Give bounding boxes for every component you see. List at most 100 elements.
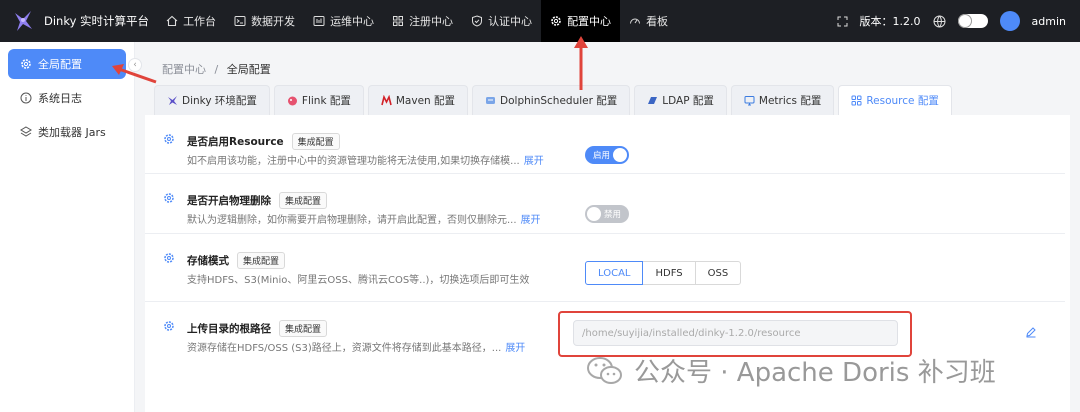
tab-ldap[interactable]: LDAP 配置 [634,85,727,115]
main-nav: 工作台 数据开发 运维中心 注册中心 认证中心 配置中心 看板 [157,0,677,42]
info-icon [20,92,32,104]
dashboard-icon [629,15,641,27]
setting-title: 是否开启物理删除 集成配置 [187,192,328,209]
integration-config-tag: 集成配置 [279,320,328,337]
setting-title: 存储模式 集成配置 [187,252,286,269]
grid-icon [392,15,404,27]
setting-title: 上传目录的根路径 集成配置 [187,320,328,337]
setting-description: 默认为逻辑删除，如你需要开启物理删除，请开启此配置，否则仅删除元... 展开 [187,211,541,226]
switch-label: 启用 [593,151,611,161]
nav-item-label: 数据开发 [251,15,296,28]
nav-item-auth-center[interactable]: 认证中心 [462,0,541,42]
home-icon [166,15,178,27]
integration-config-tag: 集成配置 [237,252,286,269]
setting-description: 支持HDFS、S3(Minio、阿里云OSS、腾讯云COS等..)，切换选项后即… [187,271,529,286]
setting-description-text: 默认为逻辑删除，如你需要开启物理删除，请开启此配置，否则仅删除元... [187,215,517,226]
sidebar-item-label: 全局配置 [38,58,82,71]
tab-flink[interactable]: Flink 配置 [273,85,364,115]
tab-label: Dinky 环境配置 [182,95,257,107]
version-label: 版本：1.2.0 [859,15,921,28]
nav-item-label: 运维中心 [330,15,375,28]
tab-dolphinscheduler[interactable]: DolphinScheduler 配置 [472,85,631,115]
setting-title-text: 是否启用Resource [187,136,284,148]
cluster-icon [20,126,32,138]
nav-item-label: 看板 [646,15,669,28]
nav-item-workbench[interactable]: 工作台 [157,0,225,42]
expand-link[interactable]: 展开 [521,215,541,226]
shield-icon [471,15,483,27]
nav-item-dashboard[interactable]: 看板 [620,0,677,42]
setting-gear-icon [164,134,174,144]
avatar[interactable] [999,11,1020,31]
setting-row-enable-resource: 是否启用Resource 集成配置 如不启用该功能，注册中心中的资源管理功能将无法… [145,115,1065,174]
maven-icon [381,95,392,106]
annotation-highlight-box [558,311,912,357]
setting-gear-icon [164,253,174,263]
metrics-monitor-icon [744,95,755,106]
brand-title[interactable]: Dinky 实时计算平台 [44,13,149,29]
sidebar-item-class-loader-jars[interactable]: 类加载器 Jars [8,117,126,147]
monitor-icon [313,15,325,27]
dinky-logo-icon[interactable] [12,9,34,33]
gear-icon [550,15,562,27]
switch-label: 禁用 [603,210,621,220]
expand-link[interactable]: 展开 [505,343,525,354]
storage-option-oss[interactable]: OSS [694,261,742,285]
breadcrumb-current: 全局配置 [226,63,271,76]
setting-gear-icon [164,321,174,331]
nav-item-label: 认证中心 [488,15,533,28]
tab-resource[interactable]: Resource 配置 [838,85,952,115]
apps-grid-icon [851,95,862,106]
setting-title: 是否启用Resource 集成配置 [187,133,340,150]
terminal-icon [234,15,246,27]
breadcrumb-parent[interactable]: 配置中心 [162,63,206,76]
integration-config-tag: 集成配置 [291,133,340,150]
tab-label: DolphinScheduler 配置 [500,95,618,107]
setting-description-text: 如不启用该功能，注册中心中的资源管理功能将无法使用,如果切换存储模... [187,156,520,167]
tab-label: Flink 配置 [301,95,351,107]
physical-delete-switch[interactable]: 禁用 [585,205,629,223]
setting-description-text: 支持HDFS、S3(Minio、阿里云OSS、腾讯云COS等..)，切换选项后即… [187,275,530,286]
nav-item-ops-center[interactable]: 运维中心 [304,0,383,42]
tab-label: Maven 配置 [395,95,456,107]
annotation-arrow-config-center [574,36,588,90]
tab-metrics[interactable]: Metrics 配置 [730,85,835,115]
storage-option-local[interactable]: LOCAL [585,261,644,285]
username[interactable]: admin [1032,15,1066,28]
setting-gear-icon [164,193,174,203]
storage-mode-selector: LOCAL HDFS OSS [585,261,742,285]
nav-item-label: 注册中心 [409,15,454,28]
nav-item-label: 配置中心 [567,15,612,28]
storage-option-hdfs[interactable]: HDFS [642,261,696,285]
tab-label: Resource 配置 [866,95,939,107]
theme-toggle[interactable] [957,14,988,28]
tab-label: Metrics 配置 [758,95,822,107]
setting-row-physical-delete: 是否开启物理删除 集成配置 默认为逻辑删除，如你需要开启物理删除，请开启此配置，否… [145,174,1065,234]
nav-item-registry[interactable]: 注册中心 [383,0,462,42]
top-nav-bar: Dinky 实时计算平台 工作台 数据开发 运维中心 注册中心 认证中心 配置中… [0,0,1080,42]
annotation-arrow-sidebar [112,64,157,84]
sidebar: 全局配置 系统日志 类加载器 Jars ‹ [0,42,142,412]
integration-config-tag: 集成配置 [279,192,328,209]
setting-description: 如不启用该功能，注册中心中的资源管理功能将无法使用,如果切换存储模... 展开 [187,152,544,167]
language-globe-icon[interactable] [933,15,946,28]
nav-item-data-dev[interactable]: 数据开发 [225,0,304,42]
top-right-tools: 版本：1.2.0 admin [837,11,1080,31]
dolphin-icon [485,95,496,106]
enable-resource-switch[interactable]: 启用 [585,146,629,164]
fullscreen-icon[interactable] [837,16,848,27]
sidebar-item-label: 系统日志 [38,92,82,105]
tab-maven[interactable]: Maven 配置 [367,85,469,115]
sidebar-item-label: 类加载器 Jars [38,126,106,139]
tab-label: LDAP 配置 [662,95,714,107]
breadcrumb: 配置中心 / 全局配置 [162,61,271,77]
expand-link[interactable]: 展开 [524,156,544,167]
nav-item-label: 工作台 [183,15,217,28]
tab-dinky-env[interactable]: Dinky 环境配置 [154,85,270,115]
setting-title-text: 上传目录的根路径 [187,323,271,335]
edit-pencil-icon[interactable] [1025,326,1037,338]
breadcrumb-separator: / [214,63,219,76]
config-tabs: Dinky 环境配置 Flink 配置 Maven 配置 DolphinSche… [154,85,956,115]
setting-description-text: 资源存储在HDFS/OSS (S3)路径上，资源文件将存储到此基本路径，... [187,343,502,354]
ldap-icon [647,95,658,106]
